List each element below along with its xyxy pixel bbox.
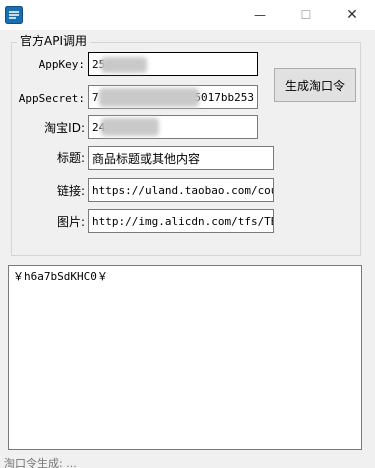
- taobao-id-label: 淘宝ID:: [44, 121, 85, 135]
- title-input[interactable]: 商品标题或其他内容: [88, 146, 274, 170]
- groupbox-title: 官方API调用: [17, 33, 90, 49]
- generate-tkl-button[interactable]: 生成淘口令: [274, 68, 356, 102]
- maximize-icon: ☐: [300, 8, 312, 22]
- appsecret-redaction: [99, 88, 199, 107]
- image-value: http://img.alicdn.com/tfs/TB1M: [92, 214, 274, 228]
- link-input[interactable]: https://uland.taobao.com/coupo: [88, 178, 274, 202]
- link-value: https://uland.taobao.com/coupo: [92, 183, 274, 197]
- image-input[interactable]: http://img.alicdn.com/tfs/TB1M: [88, 209, 274, 233]
- maximize-button[interactable]: ☐: [283, 0, 329, 30]
- close-button[interactable]: ✕: [329, 0, 375, 30]
- title-label: 标题:: [56, 151, 85, 165]
- appsecret-label: AppSecret:: [18, 92, 85, 105]
- output-textarea[interactable]: ￥h6a7bSdKHC0￥: [8, 265, 362, 450]
- appkey-label: AppKey:: [38, 58, 85, 71]
- minimize-icon: —: [254, 8, 266, 22]
- image-label: 图片:: [56, 215, 85, 229]
- title-value: 商品标题或其他内容: [92, 151, 201, 166]
- app-icon: [5, 6, 23, 24]
- minimize-button[interactable]: —: [237, 0, 283, 30]
- appkey-redaction: [101, 57, 147, 73]
- close-icon: ✕: [346, 7, 358, 23]
- link-label: 链接:: [56, 184, 85, 198]
- title-bar[interactable]: — ☐ ✕: [0, 0, 375, 30]
- appsecret-value-start: 7: [92, 90, 99, 104]
- status-text: 淘口令生成: ...: [4, 457, 77, 468]
- taobao-id-redaction: [101, 118, 159, 136]
